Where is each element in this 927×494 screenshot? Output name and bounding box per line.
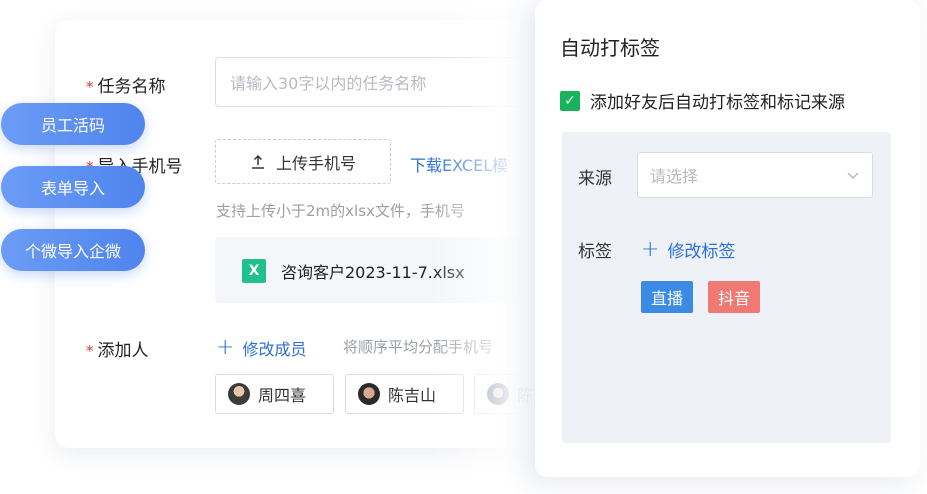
upload-hint: 支持上传小于2m的xlsx文件，手机号	[216, 202, 465, 220]
member-chip[interactable]: 周四喜	[215, 374, 334, 414]
excel-file-icon: X	[242, 259, 266, 283]
edit-tags-button[interactable]: + 修改标签	[641, 237, 735, 262]
adder-label: * 添加人	[86, 341, 149, 361]
tag-douyin: 抖音	[708, 281, 761, 313]
upload-icon	[251, 154, 264, 169]
edit-members-button[interactable]: + 修改成员	[216, 336, 306, 360]
task-name-input[interactable]: 请输入30字以内的任务名称	[215, 57, 575, 107]
pill-form-import[interactable]: 表单导入	[1, 166, 145, 208]
source-placeholder: 请选择	[650, 167, 699, 186]
tag-settings-box: 来源 请选择 标签 + 修改标签 直播 抖音	[562, 132, 891, 443]
panel-title: 自动打标签	[560, 36, 660, 60]
plus-icon: +	[641, 236, 660, 262]
avatar	[358, 383, 380, 405]
auto-tag-panel: 自动打标签 ✓ 添加好友后自动打标签和标记来源 来源 请选择 标签 + 修改标签…	[535, 0, 920, 477]
plus-icon: +	[216, 335, 235, 360]
tag-live: 直播	[641, 281, 694, 313]
member-chip[interactable]: 陈吉山	[345, 374, 464, 414]
uploaded-file: X 咨询客户2023-11-7.xlsx	[215, 237, 555, 303]
required-mark: *	[86, 78, 94, 96]
avatar	[228, 383, 250, 405]
auto-tag-checkbox-label: 添加好友后自动打标签和标记来源	[590, 93, 845, 113]
upload-phone-button[interactable]: 上传手机号	[215, 139, 391, 184]
required-mark: *	[86, 342, 94, 360]
avatar	[487, 383, 509, 405]
file-name: 咨询客户2023-11-7.xlsx	[281, 263, 465, 282]
auto-tag-checkbox-row[interactable]: ✓ 添加好友后自动打标签和标记来源	[560, 88, 845, 113]
download-excel-link[interactable]: 下载EXCEL模	[410, 152, 508, 176]
chevron-down-icon	[847, 172, 859, 180]
pill-wechat-import[interactable]: 个微导入企微	[1, 229, 145, 271]
edit-members-label: 修改成员	[242, 340, 307, 359]
checkbox-checked-icon[interactable]: ✓	[560, 90, 580, 111]
member-name: 陈	[517, 386, 534, 405]
member-hint: 将顺序平均分配手机号	[343, 338, 494, 356]
pill-employee-qrcode[interactable]: 员工活码	[1, 103, 145, 145]
upload-phone-label: 上传手机号	[275, 153, 356, 173]
edit-tags-label: 修改标签	[667, 242, 736, 262]
source-select[interactable]: 请选择	[637, 152, 873, 198]
member-name: 周四喜	[258, 386, 307, 405]
task-name-placeholder: 请输入30字以内的任务名称	[230, 74, 427, 93]
member-name: 陈吉山	[388, 386, 437, 405]
task-name-label: * 任务名称	[86, 77, 166, 97]
tags-label: 标签	[578, 242, 612, 262]
source-label: 来源	[578, 169, 612, 189]
